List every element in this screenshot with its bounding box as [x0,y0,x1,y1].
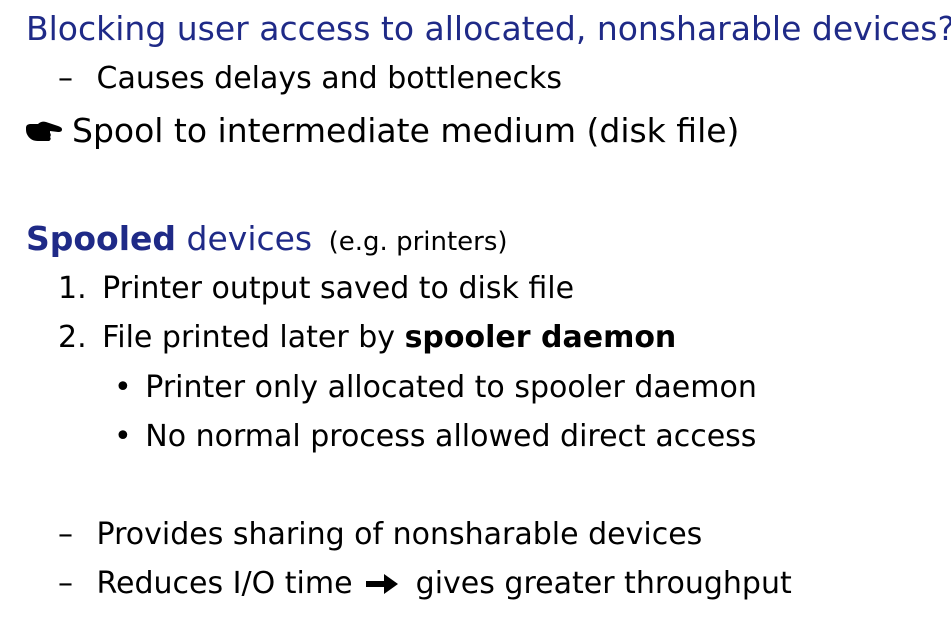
dash-marker: – [58,517,73,552]
dash-item-sharing: – Provides sharing of nonsharable device… [58,520,702,550]
heading-spooled-note: (e.g. printers) [328,227,508,257]
bullet-item-no-direct-access: • No normal process allowed direct acces… [114,422,756,452]
numbered-item-1: 1. Printer output saved to disk file [58,274,574,304]
number-marker-1: 1. [58,271,87,306]
bullet-item-no-direct-access-text: No normal process allowed direct access [145,419,757,454]
bullet-marker: • [114,370,132,405]
number-marker-2: 2. [58,320,87,355]
pointer-item-spool-text: Spool to intermediate medium (disk file) [72,111,740,150]
dash-item-sharing-text: Provides sharing of nonsharable devices [96,517,703,552]
bullet-item-allocated-text: Printer only allocated to spooler daemon [145,370,757,405]
dash-item-delays: – Causes delays and bottlenecks [58,64,562,94]
heading-spooled-devices: Spooled devices (e.g. printers) [26,222,508,255]
heading-spooled-rest: devices [176,219,313,258]
right-arrow-icon [366,574,399,594]
bullet-marker: • [114,419,132,454]
numbered-item-2-text: File printed later by [102,320,405,355]
heading-spooled-bold: Spooled [26,219,177,258]
dash-item-reduces-io: – Reduces I/O time gives greater through… [58,569,792,599]
dash-marker: – [58,566,73,601]
dash-item-reduces-io-text: Reduces I/O time [96,566,353,601]
numbered-item-2: 2. File printed later by spooler daemon [58,323,676,353]
numbered-item-2-bold: spooler daemon [404,320,677,355]
pointing-hand-icon [26,121,62,141]
bullet-item-allocated: • Printer only allocated to spooler daem… [114,373,757,403]
numbered-item-1-text: Printer output saved to disk file [102,271,575,306]
dash-item-delays-text: Causes delays and bottlenecks [96,61,562,96]
heading-blocking-access-text: Blocking user access to allocated, nonsh… [26,9,951,48]
dash-item-throughput-text: gives greater throughput [415,566,792,601]
pointer-item-spool: Spool to intermediate medium (disk file) [72,114,739,147]
dash-marker: – [58,61,73,96]
heading-blocking-access: Blocking user access to allocated, nonsh… [26,12,951,45]
